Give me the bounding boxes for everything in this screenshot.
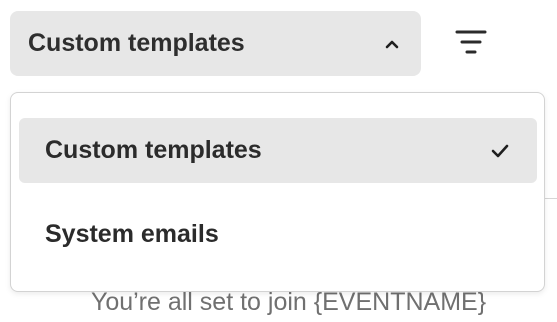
chevron-up-icon: [383, 35, 401, 53]
check-icon: [489, 140, 511, 162]
filter-icon: [454, 27, 488, 62]
menu-item-label: System emails: [45, 220, 219, 248]
menu-item-system-emails[interactable]: System emails: [19, 202, 537, 267]
menu-item-custom-templates[interactable]: Custom templates: [19, 118, 537, 183]
menu-item-label: Custom templates: [45, 136, 262, 164]
template-type-dropdown[interactable]: Custom templates: [10, 11, 421, 76]
dropdown-selected-label: Custom templates: [28, 29, 245, 57]
dropdown-menu: Custom templates System emails: [10, 92, 545, 292]
template-picker-region: Custom templates Custom templates System…: [0, 0, 557, 322]
divider: [545, 198, 557, 199]
filter-button[interactable]: [447, 24, 495, 64]
